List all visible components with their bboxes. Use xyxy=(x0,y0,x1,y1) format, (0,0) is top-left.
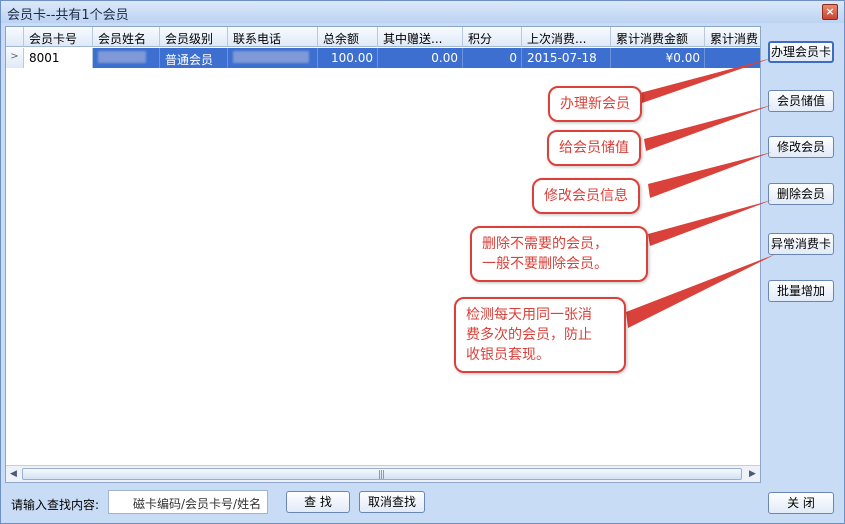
horizontal-scrollbar[interactable]: ◀ ||| ▶ xyxy=(6,465,760,482)
abnormal-consumption-button[interactable]: 异常消费卡 xyxy=(768,233,834,255)
cell-level[interactable]: 普通会员 xyxy=(160,48,228,68)
search-label: 请输入查找内容: xyxy=(11,498,100,512)
callout-new-member: 办理新会员 xyxy=(548,86,642,122)
cell-total[interactable]: ¥0.00 xyxy=(611,48,705,68)
callout-abnormal-line1: 检测每天用同一张消 xyxy=(466,307,592,323)
callout-abnormal-line3: 收银员套现。 xyxy=(466,347,550,363)
column-header-points[interactable]: 积分 xyxy=(463,27,522,47)
table-header: 会员卡号 会员姓名 会员级别 联系电话 总余额 其中赠送... 积分 上次消费.… xyxy=(6,27,760,47)
cell-gift[interactable]: 0.00 xyxy=(378,48,463,68)
delete-member-button[interactable]: 删除会员 xyxy=(768,183,834,205)
column-header-last-date[interactable]: 上次消费... xyxy=(522,27,611,47)
column-header-name[interactable]: 会员姓名 xyxy=(93,27,160,47)
scroll-right-arrow-icon[interactable]: ▶ xyxy=(745,467,760,481)
callout-delete-line2: 一般不要删除会员。 xyxy=(482,256,608,272)
cell-card-no[interactable]: 8001 xyxy=(24,48,93,68)
cell-total2[interactable] xyxy=(705,48,760,68)
member-recharge-button[interactable]: 会员储值 xyxy=(768,90,834,112)
column-header-phone[interactable]: 联系电话 xyxy=(228,27,318,47)
blurred-phone xyxy=(233,51,309,63)
cell-phone[interactable] xyxy=(228,48,318,68)
column-header-card-no[interactable]: 会员卡号 xyxy=(24,27,93,47)
search-input[interactable] xyxy=(108,490,268,514)
member-card-window: 会员卡--共有1个会员 × 会员卡号 会员姓名 会员级别 联系电话 总余额 其中… xyxy=(0,0,845,524)
modify-member-button[interactable]: 修改会员 xyxy=(768,136,834,158)
column-header-level[interactable]: 会员级别 xyxy=(160,27,228,47)
window-close-button[interactable]: × xyxy=(822,4,838,20)
scroll-left-arrow-icon[interactable]: ◀ xyxy=(6,467,21,481)
column-header-total2[interactable]: 累计消费 xyxy=(705,27,760,47)
header-corner xyxy=(6,27,24,47)
grip-icon: ||| xyxy=(378,470,385,480)
callout-recharge: 给会员储值 xyxy=(547,130,641,166)
title-bar: 会员卡--共有1个会员 × xyxy=(1,1,844,23)
cell-points[interactable]: 0 xyxy=(463,48,522,68)
column-header-total[interactable]: 累计消费金额 xyxy=(611,27,705,47)
cell-balance[interactable]: 100.00 xyxy=(318,48,378,68)
find-button[interactable]: 查 找 xyxy=(286,491,350,513)
cell-last-date[interactable]: 2015-07-18 xyxy=(522,48,611,68)
column-header-gift[interactable]: 其中赠送... xyxy=(378,27,463,47)
cancel-find-button[interactable]: 取消查找 xyxy=(359,491,425,513)
blurred-name xyxy=(98,51,146,63)
batch-add-button[interactable]: 批量增加 xyxy=(768,280,834,302)
callout-abnormal: 检测每天用同一张消 费多次的会员，防止 收银员套现。 xyxy=(454,297,626,373)
callout-delete: 删除不需要的会员， 一般不要删除会员。 xyxy=(470,226,648,282)
table-row[interactable]: > 8001 普通会员 100.00 0.00 0 2015-07-18 ¥0.… xyxy=(6,48,760,68)
close-button[interactable]: 关 闭 xyxy=(768,492,834,514)
issue-member-card-button[interactable]: 办理会员卡 xyxy=(768,41,834,63)
cell-name[interactable] xyxy=(93,48,160,68)
scroll-thumb[interactable]: ||| xyxy=(22,468,742,480)
row-indicator: > xyxy=(6,48,24,68)
window-title: 会员卡--共有1个会员 xyxy=(7,8,129,23)
callout-modify: 修改会员信息 xyxy=(532,178,640,214)
callout-delete-line1: 删除不需要的会员， xyxy=(482,236,608,252)
column-header-balance[interactable]: 总余额 xyxy=(318,27,378,47)
callout-abnormal-line2: 费多次的会员，防止 xyxy=(466,327,592,343)
